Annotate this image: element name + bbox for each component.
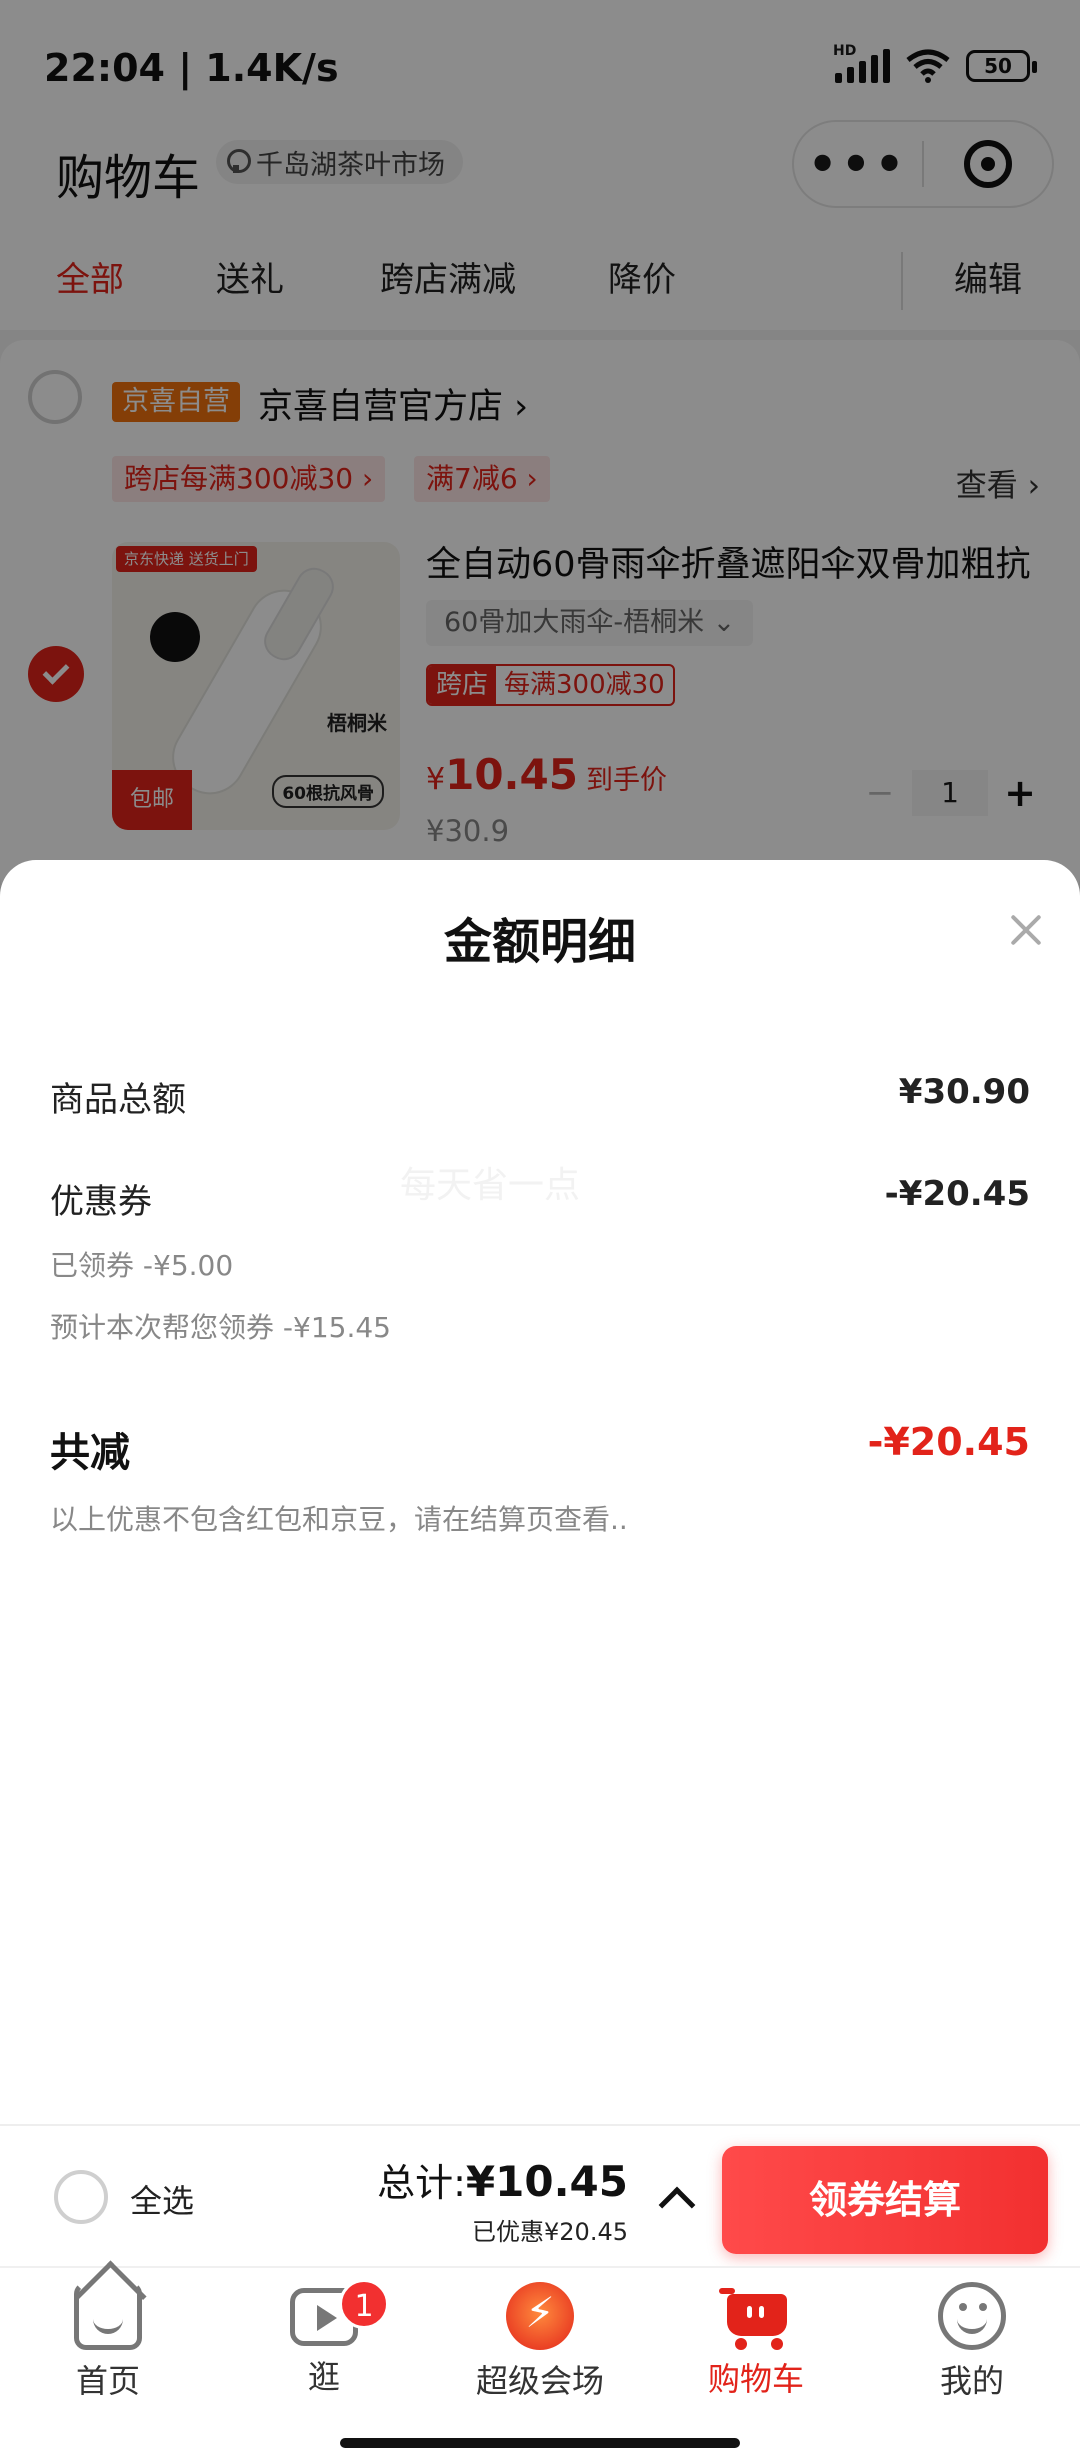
chevron-up-icon[interactable] [658,2186,696,2224]
select-all-label[interactable]: 全选 [130,2176,194,2222]
video-icon: 1 [290,2279,389,2346]
tabbar-item-browse[interactable]: 1 逛 [244,2279,404,2398]
tabbar-label-me: 我的 [939,2362,1004,2400]
saved-amount: 已优惠¥20.45 [472,2218,628,2246]
close-icon[interactable] [1000,904,1052,956]
select-all-radio[interactable] [54,2170,108,2224]
home-icon [74,2282,142,2350]
estimated-coupon-line: 预计本次帮您领券 -¥15.45 [50,1311,391,1344]
super-venue-icon [506,2282,574,2350]
sheet-title: 金额明细 [443,914,636,970]
notification-badge: 1 [339,2279,389,2329]
total-prefix: 总计: [377,2161,466,2205]
tabbar-label-cart: 购物车 [707,2360,804,2398]
checkout-button[interactable]: 领券结算 [722,2146,1048,2254]
tabbar-label-home: 首页 [75,2362,140,2400]
tabbar-label-browse: 逛 [307,2358,340,2396]
tabbar-item-super-venue[interactable]: 超级会场 [460,2282,620,2402]
total-reduce-value: -¥20.45 [867,1420,1030,1464]
home-indicator [340,2438,740,2448]
profile-icon [938,2282,1006,2350]
coupon-value: -¥20.45 [884,1174,1030,1214]
discount-note: 以上优惠不包含红包和京豆，请在结算页查看.. [50,1503,628,1536]
total-reduce-label: 共减 [50,1430,130,1476]
tabbar-item-cart[interactable]: 购物车 [676,2282,836,2400]
coupon-label: 优惠券 [50,1182,152,1222]
goods-total-value: ¥30.90 [898,1072,1030,1112]
total-amount: 总计:¥10.45 [377,2152,628,2207]
checkout-bar: 全选 总计:¥10.45 已优惠¥20.45 领券结算 [0,2124,1080,2266]
tabbar-item-me[interactable]: 我的 [892,2282,1052,2402]
tabbar-label-super-venue: 超级会场 [475,2362,604,2400]
total-value: ¥10.45 [465,2157,628,2206]
goods-total-label: 商品总额 [50,1080,186,1120]
cart-icon [719,2288,793,2350]
watermark-text: 每天省一点 [400,1165,581,1206]
bottom-tab-bar: 首页 1 逛 超级会场 购物车 我的 [0,2266,1080,2460]
claimed-coupon-line: 已领券 -¥5.00 [50,1249,234,1282]
tabbar-item-home[interactable]: 首页 [28,2282,188,2402]
